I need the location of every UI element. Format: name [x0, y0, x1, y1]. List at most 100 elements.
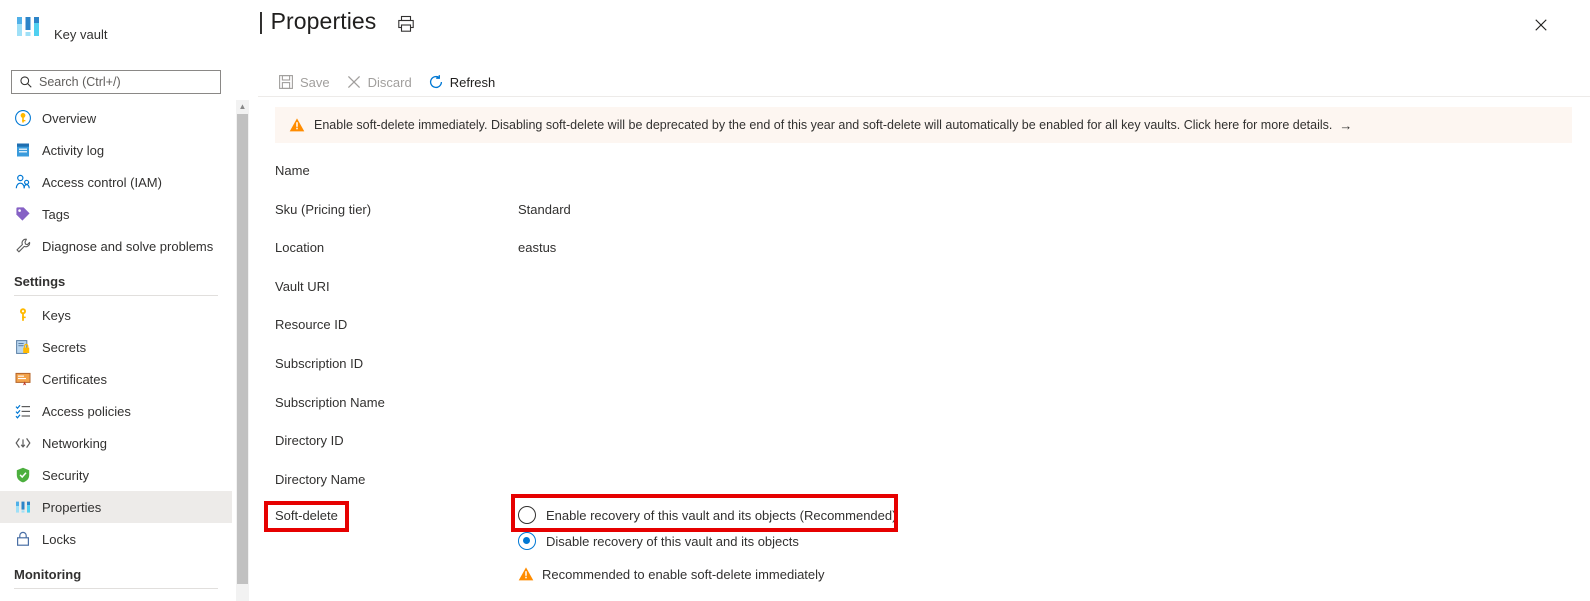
sidebar-item-certificates[interactable]: Certificates: [0, 363, 232, 395]
save-label: Save: [300, 74, 330, 90]
search-input[interactable]: [39, 75, 209, 89]
sidebar-item-label: Tags: [42, 206, 70, 222]
sidebar-item-label: Access policies: [42, 403, 131, 419]
brand: Key vault: [14, 12, 107, 42]
refresh-label: Refresh: [449, 74, 496, 90]
soft-delete-radio-group: Enable recovery of this vault and its ob…: [518, 502, 896, 554]
brand-label: Key vault: [54, 26, 108, 42]
key-icon: [20, 308, 26, 321]
sidebar-scrollbar[interactable]: ▲: [236, 100, 249, 601]
overview-key-icon: [15, 110, 31, 126]
command-bar-divider: [258, 96, 1590, 97]
shield-icon: [16, 467, 30, 483]
sidebar-item-label: Overview: [42, 110, 97, 126]
property-row: Vault URI: [275, 276, 1565, 315]
banner-text: Enable soft-delete immediately. Disablin…: [314, 118, 1333, 132]
sidebar-item-label: Keys: [42, 307, 71, 323]
sidebar-item-label: Activity log: [42, 142, 105, 158]
sidebar-item-access-policies[interactable]: Access policies: [0, 395, 232, 427]
radio-unchecked-icon: [518, 506, 536, 524]
left-navigation-rail: Key vault « Overview: [0, 0, 232, 601]
properties-list: Name Sku (Pricing tier) Standard Locatio…: [275, 160, 1565, 507]
property-value: Standard: [518, 201, 571, 217]
property-row: Subscription ID: [275, 353, 1565, 392]
sidebar-group-monitoring: Monitoring: [14, 567, 82, 582]
property-label: Name: [275, 163, 310, 178]
property-value: eastus: [518, 240, 557, 256]
property-row: Sku (Pricing tier) Standard: [275, 199, 1565, 238]
wrench-icon: [16, 238, 31, 253]
refresh-button[interactable]: Refresh: [422, 68, 506, 96]
sidebar-item-label: Properties: [42, 499, 102, 515]
collapse-sidebar-button[interactable]: «: [230, 72, 232, 92]
property-label: Subscription ID: [275, 355, 364, 371]
radio-disable-recovery[interactable]: Disable recovery of this vault and its o…: [518, 528, 896, 554]
banner-arrow-icon: →: [1339, 117, 1353, 133]
property-label: Subscription Name: [275, 394, 385, 410]
sidebar-item-label: Access control (IAM): [42, 174, 162, 190]
property-row: Directory Name: [275, 469, 1565, 508]
sidebar-item-diagnose[interactable]: Diagnose and solve problems: [0, 230, 232, 262]
sidebar-item-label: Secrets: [42, 339, 87, 355]
lock-icon: [16, 531, 30, 546]
search-icon: [20, 76, 32, 88]
property-row: Directory ID: [275, 430, 1565, 469]
scrollbar-thumb[interactable]: [237, 114, 248, 584]
property-label: Directory ID: [275, 433, 344, 449]
certificate-icon: [15, 372, 31, 386]
sidebar-divider: [14, 295, 218, 296]
radio-enable-recovery[interactable]: Enable recovery of this vault and its ob…: [518, 502, 896, 528]
radio-label: Enable recovery of this vault and its ob…: [546, 507, 897, 523]
sidebar-item-label: Certificates: [42, 371, 108, 387]
key-vault-logo-icon: [17, 17, 39, 36]
radio-checked-icon: [518, 532, 536, 550]
search-box[interactable]: [11, 70, 221, 94]
property-row: Location eastus: [275, 237, 1565, 276]
property-row: Name: [275, 160, 1565, 199]
discard-button[interactable]: Discard: [340, 68, 422, 96]
sidebar-item-label: Locks: [42, 531, 76, 547]
properties-bars-icon: [16, 501, 30, 513]
command-bar: Save Discard Refresh: [272, 68, 505, 96]
secrets-icon: [16, 340, 30, 354]
access-control-person-icon: [15, 174, 30, 189]
print-icon[interactable]: [396, 14, 416, 34]
sidebar-item-keys[interactable]: Keys: [0, 299, 232, 331]
sidebar-item-secrets[interactable]: Secrets: [0, 331, 232, 363]
navigation-list: Overview Activity log Access control (IA…: [0, 102, 232, 601]
property-label: Location: [275, 240, 325, 256]
warning-triangle-icon: [289, 118, 305, 132]
sidebar-item-networking[interactable]: Networking: [0, 427, 232, 459]
close-button[interactable]: [1528, 12, 1554, 38]
networking-icon: [15, 438, 31, 448]
warning-triangle-icon: [518, 567, 534, 581]
soft-delete-recommendation-note: Recommended to enable soft-delete immedi…: [518, 566, 825, 582]
save-button[interactable]: Save: [272, 68, 340, 96]
sidebar-item-label: Diagnose and solve problems: [42, 238, 214, 254]
soft-delete-warning-banner[interactable]: Enable soft-delete immediately. Disablin…: [275, 107, 1572, 143]
sidebar-item-locks[interactable]: Locks: [0, 523, 232, 555]
sidebar-item-access-control[interactable]: Access control (IAM): [0, 166, 232, 198]
property-label: Directory Name: [275, 471, 366, 487]
page-title: | Properties: [258, 8, 377, 34]
sidebar-item-label: Networking: [42, 435, 108, 451]
save-disk-icon: [279, 75, 293, 89]
sidebar-item-tags[interactable]: Tags: [0, 198, 232, 230]
sidebar-item-overview[interactable]: Overview: [0, 102, 232, 134]
property-row: Resource ID: [275, 314, 1565, 353]
discard-label: Discard: [367, 74, 412, 90]
discard-x-icon: [347, 75, 360, 89]
property-label: Sku (Pricing tier): [275, 201, 372, 217]
sidebar-item-label: Security: [42, 467, 89, 483]
property-label: Resource ID: [275, 317, 348, 333]
sidebar-item-activity-log[interactable]: Activity log: [0, 134, 232, 166]
refresh-circular-arrow-icon: [429, 75, 442, 88]
property-row: Subscription Name: [275, 392, 1565, 431]
scrollbar-up-arrow-icon[interactable]: ▲: [236, 100, 249, 113]
sidebar-item-properties[interactable]: Properties: [0, 491, 232, 523]
property-label: Vault URI: [275, 278, 330, 294]
activity-log-icon: [17, 143, 29, 157]
sidebar-item-security[interactable]: Security: [0, 459, 232, 491]
tags-icon: [16, 207, 30, 221]
sidebar-divider: [14, 588, 218, 589]
